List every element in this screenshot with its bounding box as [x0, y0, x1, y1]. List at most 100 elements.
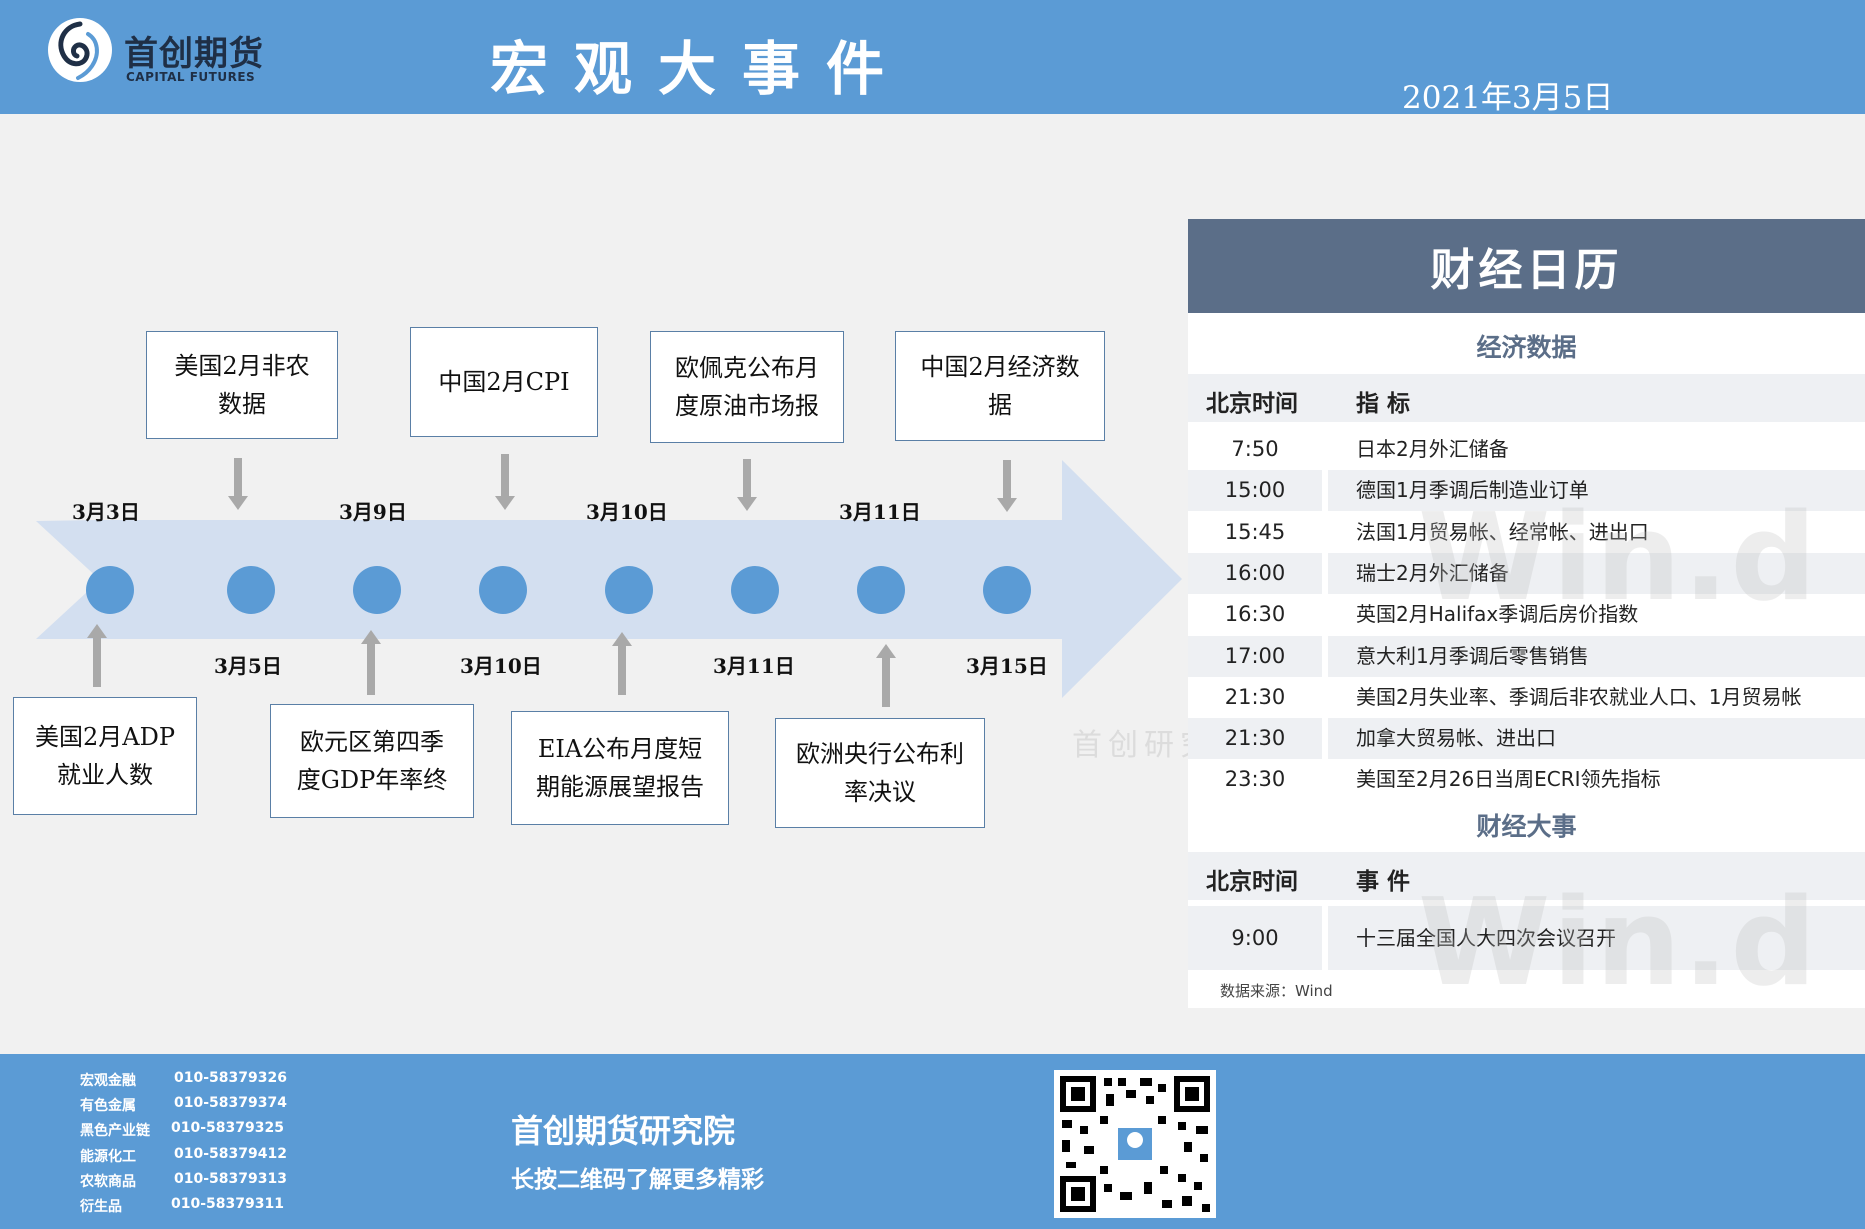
- timeline-date-top: 3月10日: [586, 500, 668, 524]
- event-line: 欧洲央行公布利: [796, 740, 964, 768]
- footer-bar: 宏观金融 010-58379326 有色金属 010-58379374 黑色产业链 010…: [0, 1054, 1865, 1229]
- institute-slogan: 长按二维码了解更多精彩: [511, 1167, 764, 1193]
- section-title-economic-data: 经济数据: [1476, 333, 1577, 362]
- page-title: 宏观大事件: [490, 35, 911, 103]
- event-line: 欧元区第四季: [300, 728, 444, 756]
- timeline-date-bottom: 3月10日: [460, 654, 542, 678]
- timeline-date-bottom: 3月11日: [713, 654, 795, 678]
- event-line: 数据: [218, 390, 266, 418]
- contact-dept: 农软商品: [80, 1173, 136, 1190]
- event-timeline: 3月3日 3月9日 3月10日 3月11日 3月5日 3月10日 3月11日 3…: [0, 114, 1185, 1054]
- timeline-date-bottom: 3月15日: [966, 654, 1048, 678]
- row-indicator: 美国2月失业率、季调后非农就业人口、1月贸易帐: [1356, 684, 1802, 709]
- contact-phone[interactable]: 010-58379311: [171, 1196, 284, 1212]
- logo-name-cn: 首创期货: [124, 34, 264, 74]
- event-box-opec-report: 欧佩克公布月 度原油市场报: [650, 331, 844, 443]
- event-line: 率决议: [844, 778, 916, 806]
- row-indicator: 意大利1月季调后零售销售: [1356, 643, 1589, 668]
- calendar-title: 财经日历: [1188, 219, 1865, 313]
- table-header-row: 北京时间 指 标: [1188, 374, 1865, 422]
- event-line: 美国2月非农: [174, 352, 310, 380]
- institute-name: 首创期货研究院: [511, 1112, 736, 1150]
- event-line: 度GDP年率终: [296, 766, 448, 794]
- contact-dept: 衍生品: [80, 1199, 122, 1215]
- cell-divider: [1322, 552, 1328, 594]
- contact-dept: 宏观金融: [80, 1073, 136, 1089]
- timeline-dot: [857, 566, 905, 614]
- row-time: 23:30: [1224, 767, 1286, 792]
- row-indicator: 加拿大贸易帐、进出口: [1356, 726, 1556, 751]
- event-line: 中国2月CPI: [438, 368, 570, 396]
- event-line: 美国2月ADP: [35, 723, 175, 751]
- contact-dept: 有色金属: [80, 1098, 136, 1115]
- cell-divider: [1322, 470, 1328, 512]
- timeline-dot: [983, 566, 1031, 614]
- capital-futures-logo-icon: [48, 18, 112, 82]
- table-row: 21:30 加拿大贸易帐、进出口: [1188, 718, 1865, 760]
- timeline-dot: [227, 566, 275, 614]
- row-indicator: 日本2月外汇储备: [1356, 437, 1509, 461]
- row-time: 21:30: [1224, 726, 1286, 751]
- qr-code-icon[interactable]: [1054, 1070, 1216, 1218]
- row-time: 17:00: [1224, 643, 1286, 668]
- cell-divider: [1322, 429, 1328, 470]
- wind-watermark: Win.d: [1418, 489, 1819, 628]
- event-line: 中国2月经济数: [920, 353, 1080, 381]
- table-row: 23:30 美国至2月26日当周ECRI领先指标: [1188, 759, 1865, 801]
- row-indicator: 美国至2月26日当周ECRI领先指标: [1356, 767, 1661, 792]
- event-line: 据: [988, 391, 1012, 419]
- event-box-eurozone-gdp: 欧元区第四季 度GDP年率终: [270, 704, 474, 818]
- event-line: EIA公布月度短: [537, 735, 703, 763]
- event-box-us-nonfarm: 美国2月非农 数据: [146, 331, 338, 439]
- timeline-date-top: 3月3日: [72, 500, 140, 524]
- column-header-indicator: 指 标: [1356, 391, 1411, 417]
- event-box-us-adp: 美国2月ADP 就业人数: [13, 697, 197, 815]
- row-time: 15:00: [1224, 478, 1286, 503]
- event-box-eia-outlook: EIA公布月度短 期能源展望报告: [511, 711, 729, 825]
- timeline-dot: [479, 566, 527, 614]
- contact-phone[interactable]: 010-58379313: [174, 1171, 287, 1187]
- logo-name-en: CAPITAL FUTURES: [126, 70, 256, 84]
- cell-divider: [1322, 676, 1328, 718]
- event-line: 欧佩克公布月: [675, 354, 819, 382]
- row-time: 16:30: [1224, 602, 1286, 627]
- row-time: 21:30: [1224, 684, 1286, 709]
- timeline-dot: [353, 566, 401, 614]
- event-line: 度原油市场报: [675, 392, 819, 420]
- report-date: 2021年3月5日: [1402, 80, 1614, 116]
- financial-calendar: 财经日历 经济数据 北京时间 指 标 7:50 日本2月外汇储备 15:00 德国1月…: [1188, 219, 1865, 1008]
- timeline-dot: [731, 566, 779, 614]
- contact-phone[interactable]: 010-58379326: [174, 1070, 287, 1086]
- contact-phone[interactable]: 010-58379374: [174, 1095, 287, 1111]
- event-box-china-economic-data: 中国2月经济数据: [895, 331, 1105, 441]
- timeline-date-top: 3月9日: [339, 500, 407, 524]
- event-line: 就业人数: [57, 761, 153, 789]
- timeline-date-top: 3月11日: [839, 500, 921, 524]
- timeline-date-bottom: 3月5日: [214, 654, 282, 678]
- cell-divider: [1322, 759, 1328, 801]
- table-row: 21:30 美国2月失业率、季调后非农就业人口、1月贸易帐: [1188, 676, 1865, 718]
- header-bar: 首创期货 CAPITAL FUTURES 宏观大事件 2021年3月5日: [0, 0, 1865, 116]
- event-box-ecb-decision: 欧洲央行公布利 率决议: [775, 718, 985, 828]
- section-title-major-events: 财经大事: [1476, 812, 1577, 841]
- row-time: 15:45: [1224, 519, 1286, 544]
- timeline-dot: [605, 566, 653, 614]
- cell-divider: [1322, 718, 1328, 760]
- contact-dept: 黑色产业链: [80, 1123, 150, 1140]
- timeline-dot: [86, 566, 134, 614]
- contact-phone[interactable]: 010-58379325: [171, 1120, 284, 1136]
- cell-divider: [1322, 906, 1328, 970]
- data-source-note: 数据来源：Wind: [1220, 982, 1333, 1000]
- event-line: 期能源展望报告: [536, 773, 704, 801]
- table-row: 17:00 意大利1月季调后零售销售: [1188, 635, 1865, 677]
- column-header-time: 北京时间: [1206, 869, 1298, 895]
- event-time: 9:00: [1231, 926, 1279, 950]
- wind-watermark: Win.d: [1418, 874, 1819, 1008]
- event-box-china-cpi: 中国2月CPI: [410, 327, 598, 437]
- contact-phone[interactable]: 010-58379412: [174, 1146, 287, 1162]
- cell-divider: [1322, 594, 1328, 636]
- cell-divider: [1322, 635, 1328, 677]
- cell-divider: [1322, 511, 1328, 553]
- table-row: 7:50 日本2月外汇储备: [1188, 429, 1865, 470]
- column-header-time: 北京时间: [1206, 391, 1298, 417]
